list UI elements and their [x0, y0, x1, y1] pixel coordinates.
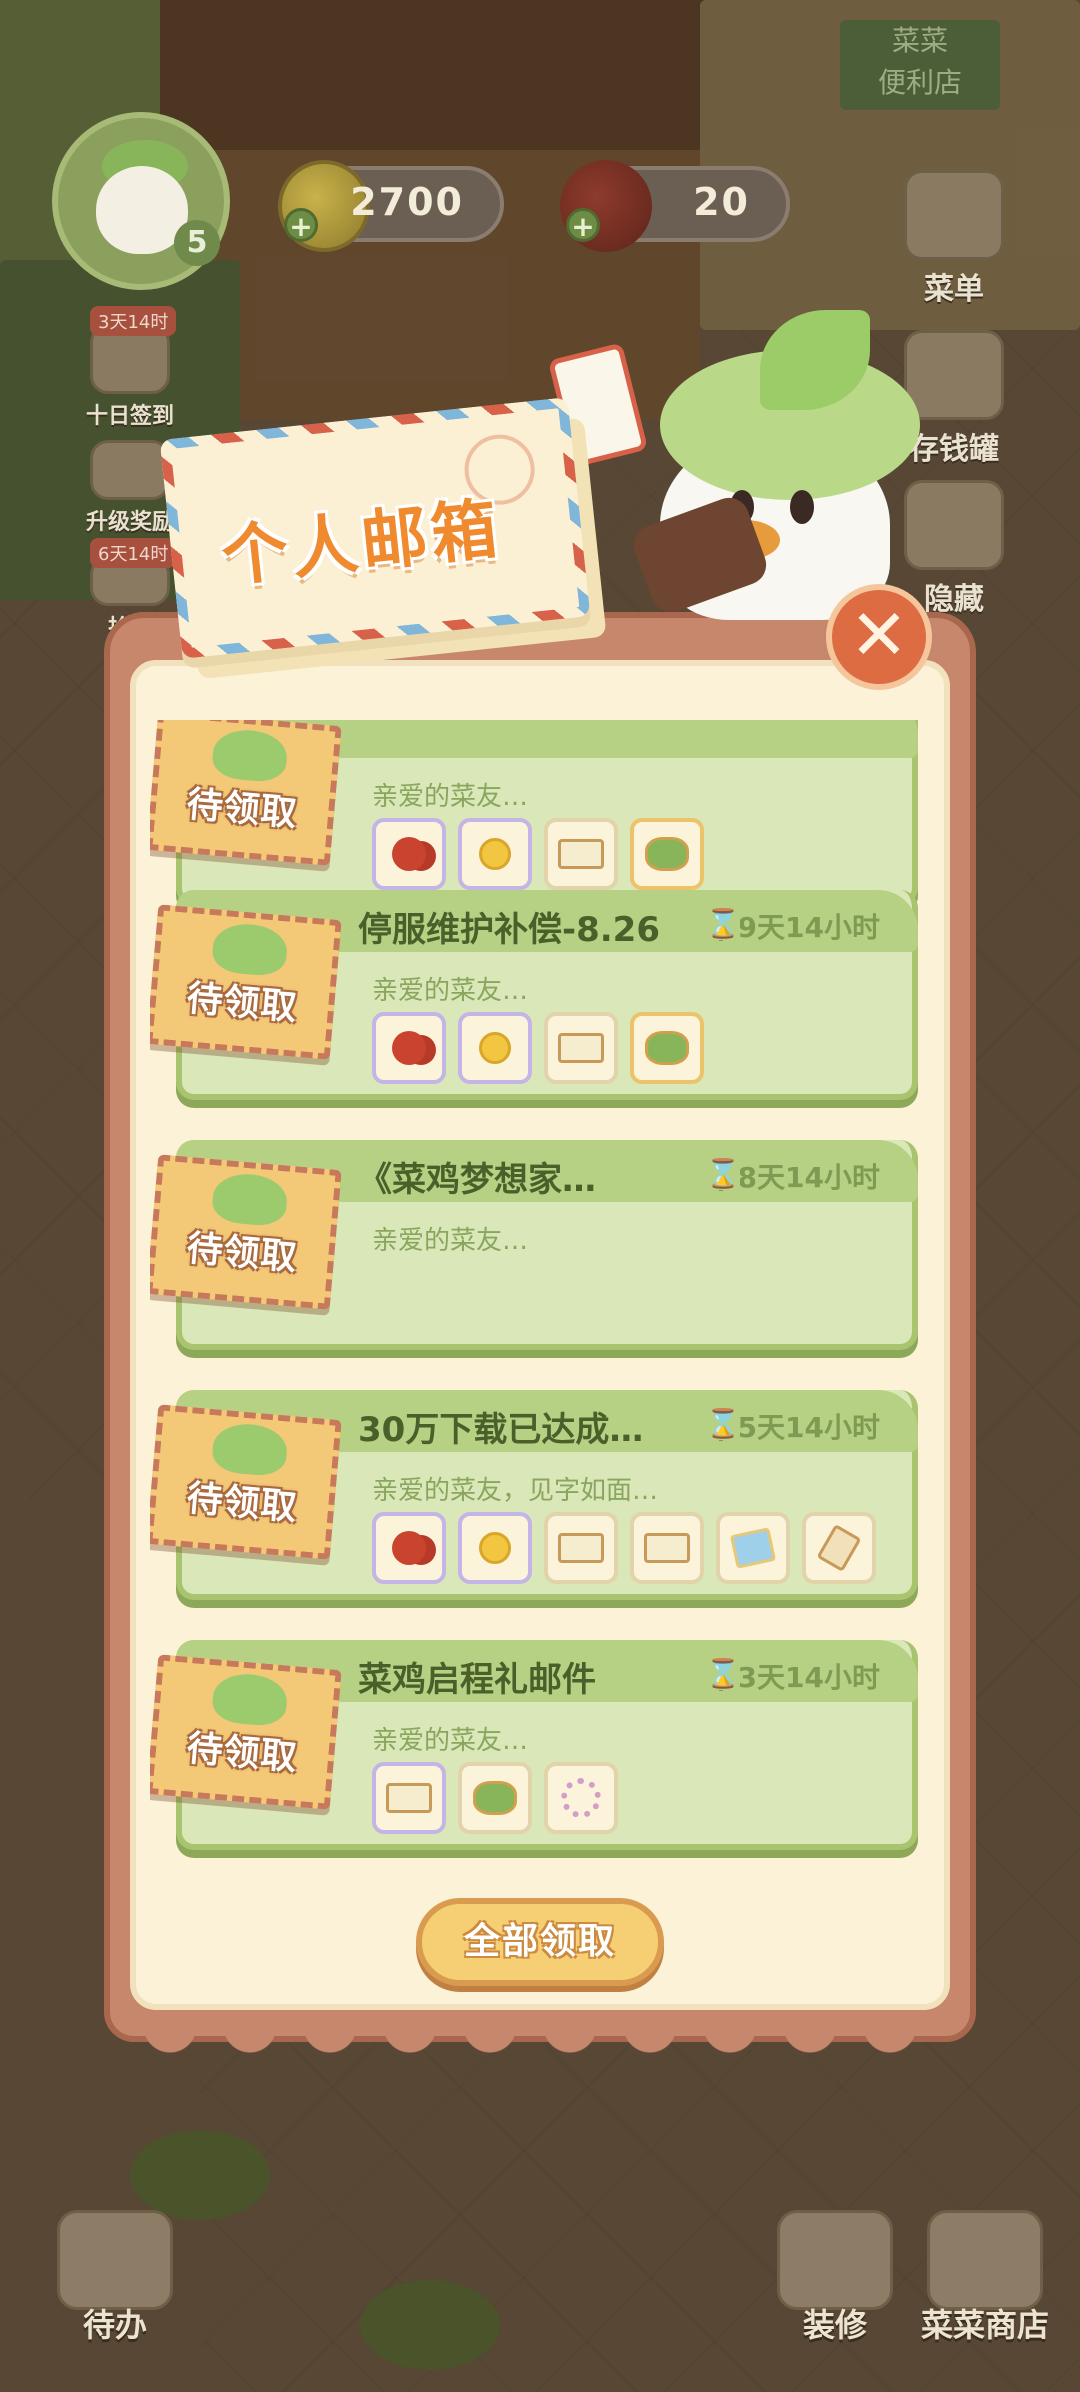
ticket-icon — [558, 1533, 604, 1563]
envelope-icon[interactable]: 待领取 — [150, 904, 342, 1060]
claim-all-button[interactable]: 全部领取 — [416, 1898, 664, 1986]
wreath-icon — [561, 1778, 601, 1818]
mail-title: 停服维护补偿-8.26 — [358, 910, 660, 950]
decorate-button[interactable]: 装修 — [750, 2210, 920, 2346]
chick-mascot — [628, 310, 940, 620]
reward-item[interactable] — [372, 818, 446, 890]
mail-item[interactable]: 30万下载已达成… 5天14小时亲爱的菜友，见字如面… 待领取 — [150, 1390, 918, 1600]
claim-status: 待领取 — [185, 1728, 300, 1779]
leaf-icon — [210, 921, 289, 978]
hourglass-icon — [705, 1407, 741, 1441]
gift-icon — [90, 440, 170, 500]
mail-item[interactable]: 《菜鸡梦想家… 8天14小时亲爱的菜友… 待领取 — [150, 1140, 918, 1350]
coin-icon — [479, 838, 511, 870]
reward-item[interactable] — [630, 818, 704, 890]
reward-item[interactable] — [802, 1512, 876, 1584]
envelope-icon[interactable]: 待领取 — [150, 720, 342, 866]
reward-item[interactable] — [372, 1762, 446, 1834]
mail-title: 30万下载已达成… — [358, 1410, 644, 1450]
cherry-icon — [392, 1031, 426, 1065]
reward-item[interactable] — [544, 1512, 618, 1584]
hourglass-icon — [705, 907, 741, 941]
envelope-icon[interactable]: 待领取 — [150, 1654, 342, 1810]
mail-item[interactable]: 亲爱的菜友… 待领取 — [150, 720, 918, 906]
claim-status: 待领取 — [185, 978, 300, 1029]
shop-button[interactable]: 菜菜商店 — [900, 2210, 1070, 2346]
envelope-icon[interactable]: 待领取 — [150, 1154, 342, 1310]
shop-bag-icon — [927, 2210, 1043, 2310]
claim-status: 待领取 — [185, 1228, 300, 1279]
cherry-counter[interactable]: + 20 — [560, 160, 790, 252]
card-icon — [729, 1527, 777, 1569]
paint-bucket-icon — [777, 2210, 893, 2310]
mail-expiry: 5天14小时 — [705, 1406, 880, 1446]
envelope-icon[interactable]: 待领取 — [150, 1404, 342, 1560]
reward-item[interactable] — [544, 818, 618, 890]
hourglass-icon — [705, 1157, 741, 1191]
mail-list[interactable]: 亲爱的菜友…待领取停服维护补偿-8.269天14小时亲爱的菜友…待领取《菜鸡梦想… — [150, 720, 930, 1870]
reward-item[interactable] — [458, 818, 532, 890]
mailbox-title-plate: 个人邮箱 — [159, 397, 591, 659]
mail-preview: 亲爱的菜友，见字如面… — [372, 1476, 659, 1506]
mail-title: 菜鸡启程礼邮件 — [358, 1660, 596, 1700]
reward-item[interactable] — [630, 1012, 704, 1084]
leaf-icon — [210, 1421, 289, 1478]
plant-icon — [645, 837, 689, 871]
menu-button[interactable]: 菜单 — [884, 170, 1024, 308]
mail-preview: 亲爱的菜友… — [372, 782, 529, 812]
reward-item[interactable] — [372, 1012, 446, 1084]
reward-item[interactable] — [544, 1762, 618, 1834]
mail-expiry: 3天14小时 — [705, 1656, 880, 1696]
mail-item[interactable]: 菜鸡启程礼邮件 3天14小时亲爱的菜友… 待领取 — [150, 1640, 918, 1850]
ticket-icon — [386, 1783, 432, 1813]
claim-status: 待领取 — [185, 784, 300, 835]
reward-item[interactable] — [630, 1512, 704, 1584]
reward-item[interactable] — [716, 1512, 790, 1584]
close-button[interactable]: ✕ — [826, 584, 932, 690]
plant-icon — [645, 1031, 689, 1065]
cherry-icon — [392, 1531, 426, 1565]
ticket-icon — [644, 1533, 690, 1563]
coin-icon — [479, 1032, 511, 1064]
mail-title: 《菜鸡梦想家… — [358, 1160, 596, 1200]
plant-icon — [473, 1781, 517, 1815]
clipboard-icon — [57, 2210, 173, 2310]
mail-preview: 亲爱的菜友… — [372, 1726, 529, 1756]
todo-button[interactable]: 待办 — [30, 2210, 200, 2346]
reward-item[interactable] — [458, 1512, 532, 1584]
ticket-icon — [558, 1033, 604, 1063]
mail-item[interactable]: 停服维护补偿-8.26 9天14小时亲爱的菜友… 待领取 — [150, 890, 918, 1100]
mail-preview: 亲爱的菜友… — [372, 976, 529, 1006]
coin-icon — [479, 1532, 511, 1564]
hourglass-icon — [705, 1657, 741, 1691]
add-cherries-button[interactable]: + — [566, 208, 600, 243]
leaf-icon — [210, 1671, 289, 1728]
mail-rewards — [372, 818, 704, 890]
claim-status: 待领取 — [185, 1478, 300, 1529]
player-avatar[interactable]: 5 — [52, 112, 230, 290]
mail-expiry: 8天14小时 — [705, 1156, 880, 1196]
reward-item[interactable] — [458, 1762, 532, 1834]
mail-preview: 亲爱的菜友… — [372, 1226, 529, 1256]
mail-rewards — [372, 1012, 704, 1084]
scroll-icon — [816, 1524, 862, 1572]
mail-rewards — [372, 1512, 876, 1584]
leaf-icon — [210, 1171, 289, 1228]
menu-icon — [904, 170, 1004, 260]
cherry-icon — [392, 837, 426, 871]
coin-counter[interactable]: + 2700 — [278, 160, 504, 252]
reward-item[interactable] — [458, 1012, 532, 1084]
add-coins-button[interactable]: + — [284, 208, 318, 243]
leaf-icon — [210, 727, 289, 784]
player-level-badge: 5 — [174, 220, 220, 266]
reward-item[interactable] — [544, 1012, 618, 1084]
ticket-icon — [558, 839, 604, 869]
mail-expiry: 9天14小时 — [705, 906, 880, 946]
mailbox-title: 个人邮箱 — [218, 490, 505, 596]
mail-rewards — [372, 1762, 618, 1834]
ten-day-checkin-button[interactable]: 3天14时 十日签到 — [60, 306, 200, 430]
reward-item[interactable] — [372, 1512, 446, 1584]
